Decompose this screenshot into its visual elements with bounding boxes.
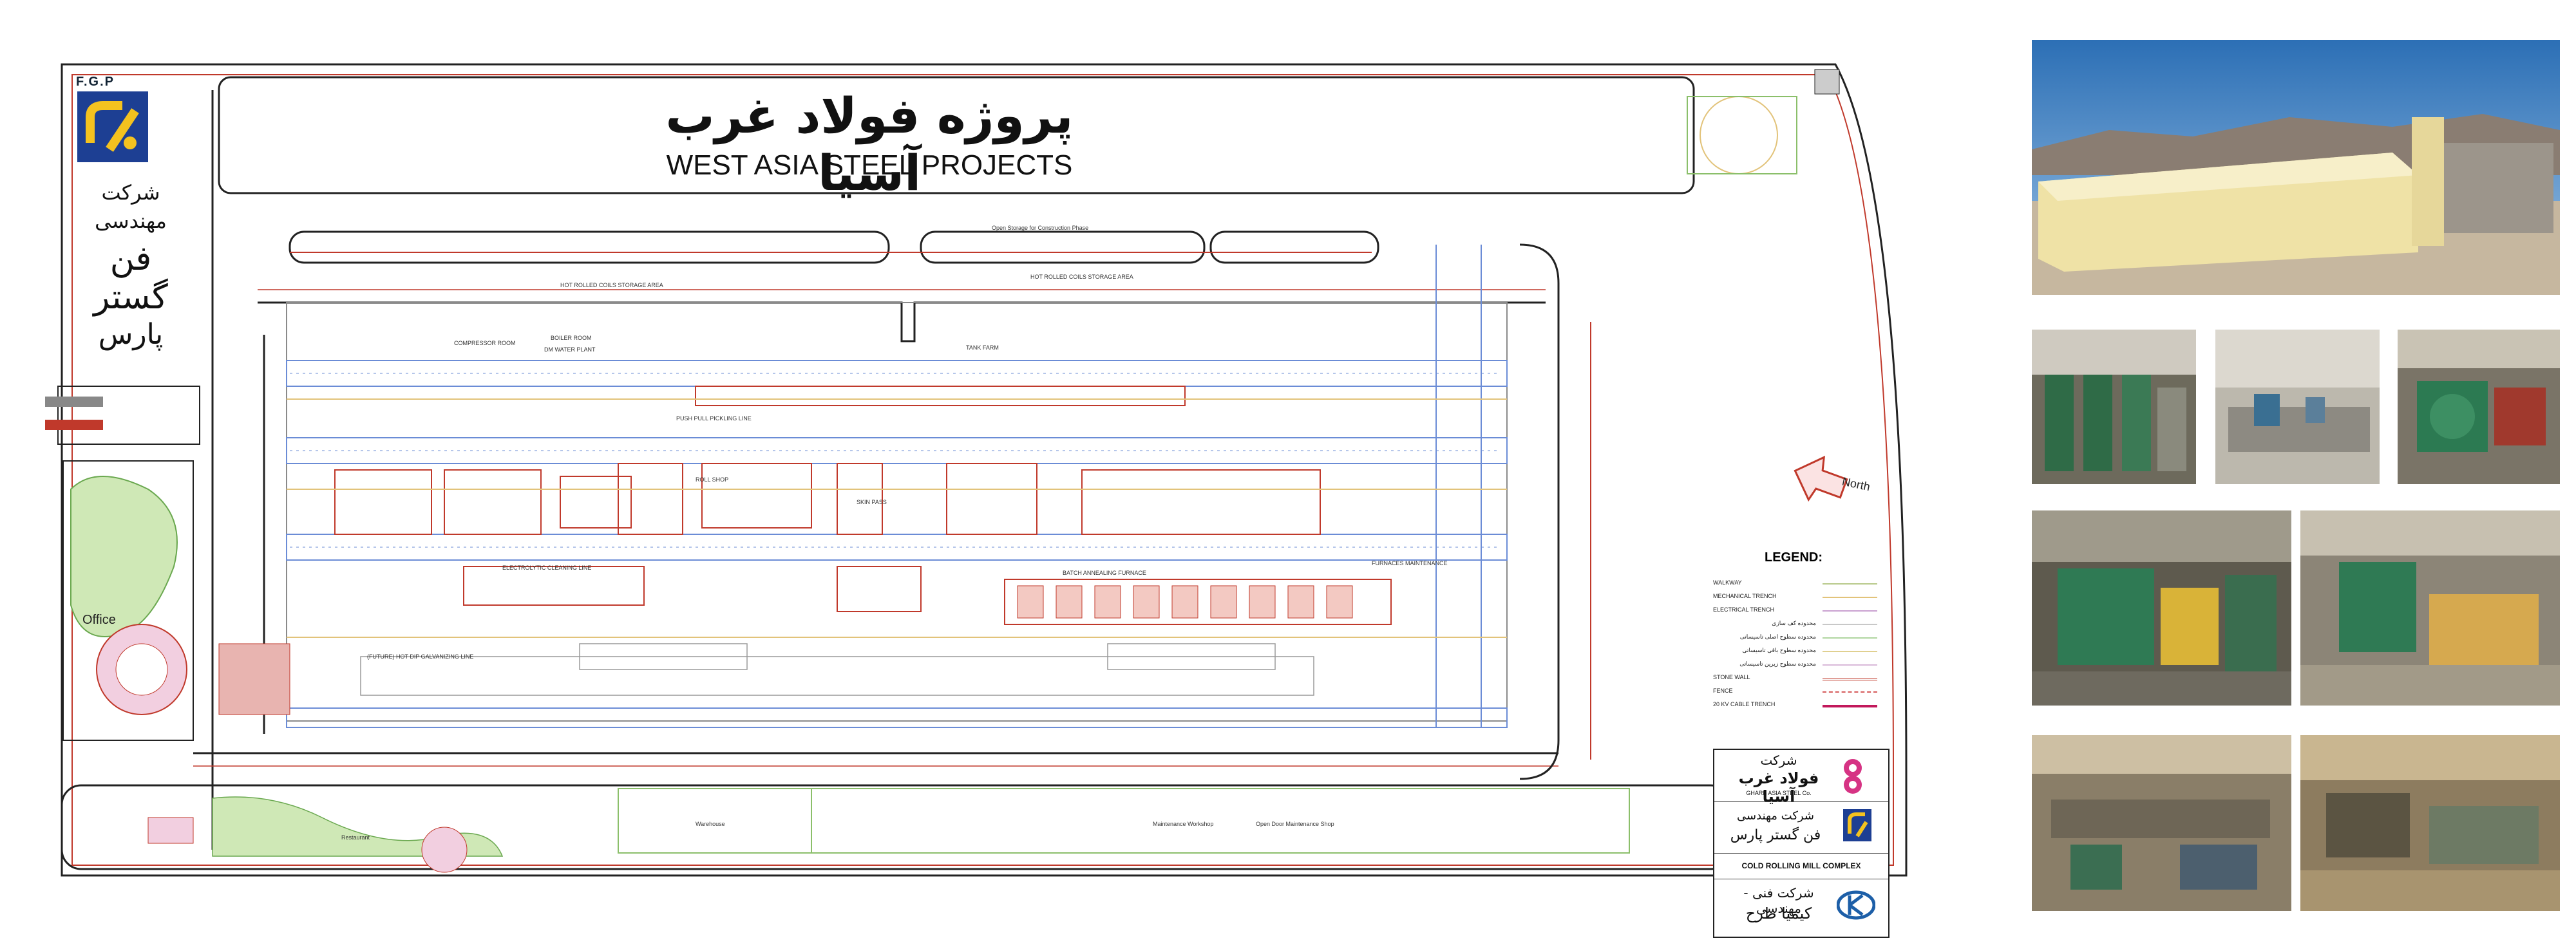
legend-item-swatch: [1823, 597, 1877, 598]
title-block-consultant: شرکت مهندسی فن گستر پارس: [1714, 801, 1888, 854]
label-warehouse: Warehouse: [696, 821, 725, 827]
logo-abbr: F.G.P: [76, 75, 115, 89]
legend-item-label: WALKWAY: [1713, 579, 1742, 586]
label-tank-farm: TANK FARM: [966, 344, 999, 351]
legend: LEGEND: WALKWAY MECHANICAL TRENCH ELECTRIC…: [1713, 550, 1880, 712]
client-en: GHARB ASIA STEEL Co.: [1746, 790, 1812, 796]
legend-item-label: MECHANICAL TRENCH: [1713, 593, 1777, 599]
contractor-fa-2: کیمیا طرح: [1745, 904, 1812, 922]
company-logo-block: F.G.P شرکت مهندسی فن گستر پارس: [70, 71, 192, 367]
title-block-client: شرکت فولاد غرب آسیا GHARB ASIA STEEL Co.: [1714, 750, 1888, 805]
client-logo-icon: [1844, 759, 1862, 794]
client-fa-2: فولاد غرب آسیا: [1738, 769, 1819, 805]
legend-item-swatch: [1823, 705, 1877, 707]
legend-item-swatch: [1823, 637, 1877, 639]
label-furnaces: FURNACES MAINTENANCE: [1372, 560, 1448, 566]
logo-line-3: فن گستر: [93, 239, 168, 317]
legend-rows: WALKWAY MECHANICAL TRENCH ELECTRICAL TRENC…: [1713, 577, 1880, 712]
label-push-pull: PUSH PULL PICKLING LINE: [676, 415, 752, 422]
legend-item-swatch: [1823, 664, 1877, 666]
title-block-drawing: COLD ROLLING MILL COMPLEX: [1714, 853, 1888, 879]
legend-item: 20 KV CABLE TRENCH: [1713, 698, 1880, 712]
legend-item-label: FENCE: [1713, 688, 1733, 694]
legend-item: محدوده سطوح زیرین تاسیساتی: [1713, 658, 1880, 671]
label-hot-rolled-2: HOT ROLLED COILS STORAGE AREA: [1030, 274, 1133, 280]
label-roll-shop: ROLL SHOP: [696, 476, 729, 483]
interior-photo-2: [2215, 330, 2380, 484]
legend-item-label: محدوده کف سازی: [1772, 620, 1816, 626]
consultant-fa-1: شرکت مهندسی: [1737, 809, 1814, 823]
client-fa-1: شرکت: [1760, 753, 1797, 768]
label-restaurant: Restaurant: [341, 834, 370, 841]
project-title-fa: پروژه فولاد غرب آسیا: [665, 87, 1074, 201]
contractor-logo-icon: [1837, 890, 1875, 920]
exterior-building-photo: [2032, 40, 2560, 295]
project-title-en: WEST ASIA STEEL PROJECTS: [666, 149, 1073, 181]
interior-photo-7: [2300, 735, 2560, 911]
label-batch-annealing: BATCH ANNEALING FURNACE: [1063, 570, 1146, 576]
legend-item: MECHANICAL TRENCH: [1713, 590, 1880, 604]
legend-item-label: ELECTRICAL TRENCH: [1713, 606, 1775, 613]
legend-item: محدوده کف سازی: [1713, 617, 1880, 631]
legend-item-label: محدوده سطوح باقی تاسیساتی: [1742, 647, 1816, 653]
label-open-storage: Open Storage for Construction Phase: [992, 225, 1089, 231]
legend-item-label: محدوده سطوح زیرین تاسیساتی: [1739, 660, 1816, 667]
consultant-fa-2: فن گستر پارس: [1730, 827, 1821, 843]
logo-company-name: شرکت مهندسی فن گستر پارس: [70, 180, 192, 351]
logo-line-1: شرکت: [101, 180, 160, 205]
logo-line-2: مهندسی: [95, 209, 167, 233]
legend-item-swatch: [1823, 624, 1877, 625]
label-office: Office: [82, 613, 116, 627]
interior-photo-3: [2398, 330, 2560, 484]
legend-item-label: 20 KV CABLE TRENCH: [1713, 701, 1776, 707]
legend-item-label: STONE WALL: [1713, 674, 1750, 680]
drawing-title: COLD ROLLING MILL COMPLEX: [1741, 861, 1861, 870]
legend-title: LEGEND:: [1765, 550, 1823, 565]
label-hot-rolled-1: HOT ROLLED COILS STORAGE AREA: [560, 282, 663, 288]
label-compressor: COMPRESSOR ROOM: [454, 340, 516, 346]
label-boiler: BOILER ROOM: [551, 335, 592, 341]
legend-item: FENCE: [1713, 685, 1880, 698]
interior-photo-4: [2032, 510, 2291, 706]
interior-photo-6: [2032, 735, 2291, 911]
legend-item: محدوده سطوح اصلی تاسیساتی: [1713, 631, 1880, 644]
legend-item: STONE WALL: [1713, 671, 1880, 685]
interior-photo-1: [2032, 330, 2196, 484]
legend-item: محدوده سطوح باقی تاسیساتی: [1713, 644, 1880, 658]
label-open-door-shop: Open Door Maintenance Shop: [1256, 821, 1334, 827]
title-block-contractor: شرکت فنی - مهندسی کیمیا طرح: [1714, 879, 1888, 935]
fgp-logo-icon: [77, 91, 148, 162]
legend-item-swatch: [1823, 678, 1877, 680]
label-skin-pass: SKIN PASS: [857, 499, 887, 505]
label-hot-dip: (FUTURE) HOT DIP GALVANIZING LINE: [367, 653, 474, 660]
interior-photo-5: [2300, 510, 2560, 706]
legend-item: WALKWAY: [1713, 577, 1880, 590]
label-electrolytic: ELECTROLYTIC CLEANING LINE: [502, 565, 592, 571]
label-dm-water: DM WATER PLANT: [544, 346, 596, 353]
legend-item: ELECTRICAL TRENCH: [1713, 604, 1880, 617]
legend-item-swatch: [1823, 651, 1877, 652]
legend-item-swatch: [1823, 583, 1877, 585]
title-block: شرکت فولاد غرب آسیا GHARB ASIA STEEL Co.…: [1713, 749, 1889, 938]
legend-item-swatch: [1823, 691, 1877, 693]
label-maintenance-workshop: Maintenance Workshop: [1153, 821, 1214, 827]
consultant-logo-icon: [1843, 809, 1871, 841]
logo-line-4: پارس: [98, 318, 164, 351]
legend-item-swatch: [1823, 610, 1877, 612]
legend-item-label: محدوده سطوح اصلی تاسیساتی: [1739, 633, 1816, 640]
